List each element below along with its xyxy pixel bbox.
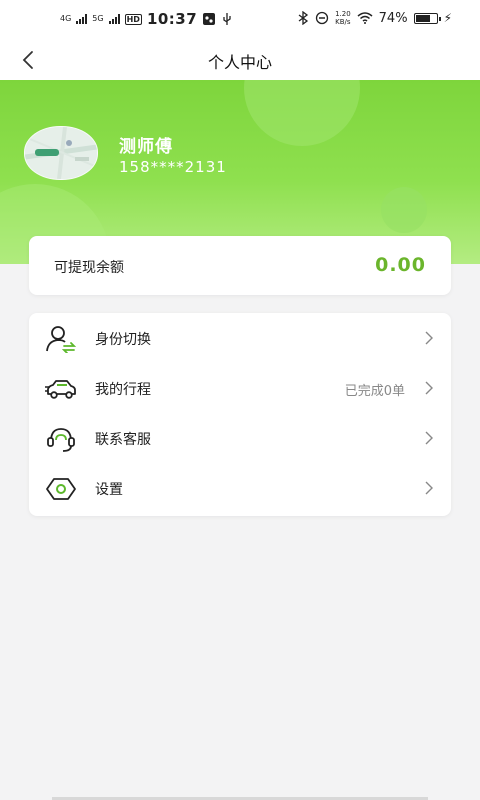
menu-item-my-trips[interactable]: 我的行程 已完成0单 [29,364,451,414]
status-bar: 4G 5G HD 10:37 1.20 KB/s 74% ⚡ [0,0,480,40]
network-label-4g: 4G [60,14,72,23]
page-title: 个人中心 [207,53,272,72]
completed-orders-text: 已完成0单 [344,384,405,399]
menu-item-label: 联系客服 [95,432,151,448]
notification-app-icon [203,13,216,25]
car-icon [45,380,76,399]
network-label-5g: 5G [92,14,104,23]
clock: 10:37 [146,10,198,28]
bluetooth-icon [298,11,309,25]
balance-label: 可提现余额 [54,260,124,276]
decor-circle [244,80,360,146]
battery-percent: 74% [378,10,408,26]
user-name: 测师傅 [119,137,173,157]
customer-service-icon [47,428,75,452]
nav-bar: 个人中心 [0,40,480,80]
menu-item-label: 我的行程 [95,382,151,398]
menu-item-settings[interactable]: 设置 [29,464,451,514]
network-speed-value: 1.20 [335,10,351,18]
chevron-right-icon [425,381,433,395]
menu-item-contact-support[interactable]: 联系客服 [29,414,451,464]
network-speed-unit: KB/s [335,18,351,26]
network-speed: 1.20 KB/s [335,10,351,26]
menu-item-label: 身份切换 [95,332,151,348]
chevron-right-icon [425,431,433,445]
status-right: 1.20 KB/s 74% ⚡ [297,10,452,26]
menu-item-label: 设置 [95,482,123,498]
chevron-right-icon [425,481,433,495]
usb-icon [223,13,231,25]
signal-icon [76,14,88,24]
balance-value: 0.00 [375,254,426,276]
status-left: 4G 5G HD 10:37 [60,10,233,28]
signal-icon-2 [108,14,120,24]
network-5g-indicator: 5G [92,15,103,23]
network-4g-indicator: 4G [60,15,71,23]
user-phone: 158****2131 [119,158,227,176]
wifi-icon [357,12,373,24]
battery-fill [415,14,430,22]
settings-icon [46,478,76,500]
battery-icon [413,12,441,24]
chevron-right-icon [425,331,433,345]
do-not-disturb-icon [315,11,329,25]
menu-item-switch-identity[interactable]: 身份切换 [29,314,451,364]
hd-badge: HD [124,13,142,25]
charging-icon: ⚡ [443,11,452,25]
switch-user-icon [46,326,77,353]
menu-card: 身份切换 我的行程 已完成0单 联系客服 设置 [29,313,451,516]
balance-card[interactable]: 可提现余额 0.00 [29,236,451,295]
avatar[interactable] [24,126,98,180]
avatar-map-image [25,127,97,179]
decor-circle [381,187,427,233]
